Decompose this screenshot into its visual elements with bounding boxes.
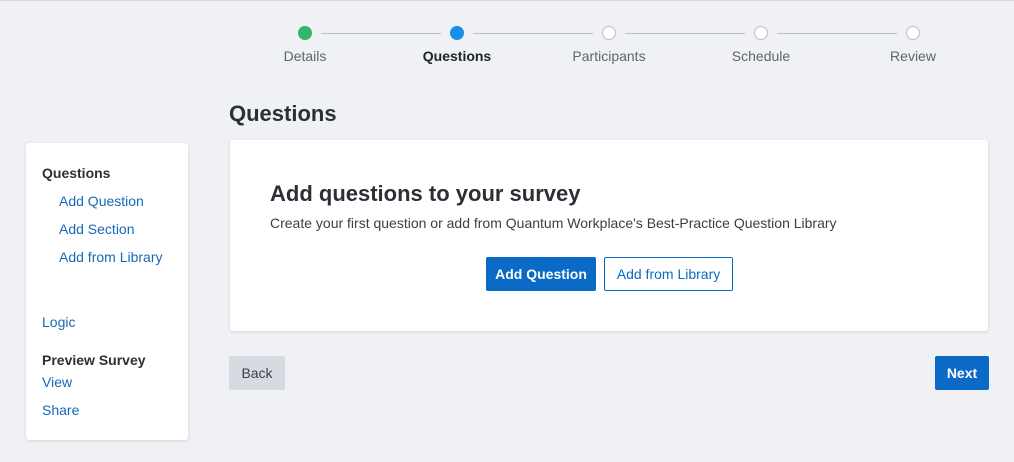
sidebar-link-add-section[interactable]: Add Section (59, 221, 135, 237)
sidebar-link-logic[interactable]: Logic (42, 314, 75, 330)
sidebar-link-add-from-library[interactable]: Add from Library (59, 249, 162, 265)
progress-stepper: Details Questions Participants Schedule … (0, 0, 1014, 80)
empty-state-description: Create your first question or add from Q… (270, 215, 837, 231)
sidebar-link-share[interactable]: Share (42, 402, 79, 418)
step-questions[interactable]: Questions (397, 26, 517, 64)
step-label: Schedule (731, 48, 791, 64)
step-current-icon (450, 26, 464, 40)
step-label: Questions (422, 48, 492, 64)
sidebar-link-view[interactable]: View (42, 374, 72, 390)
step-schedule[interactable]: Schedule (701, 26, 821, 64)
sidebar-heading-preview: Preview Survey (42, 352, 146, 368)
page-title: Questions (229, 101, 337, 126)
add-from-library-button[interactable]: Add from Library (604, 257, 733, 291)
step-details[interactable]: Details (245, 26, 365, 64)
step-pending-icon (754, 26, 768, 40)
add-question-button[interactable]: Add Question (486, 257, 596, 291)
empty-state-card: Add questions to your survey Create your… (230, 140, 988, 331)
step-label: Review (890, 48, 936, 64)
empty-state-title: Add questions to your survey (270, 181, 581, 206)
sidebar-heading-questions: Questions (42, 165, 111, 181)
step-label: Details (283, 48, 327, 64)
sidebar-link-add-question[interactable]: Add Question (59, 193, 144, 209)
next-button[interactable]: Next (935, 356, 989, 390)
step-pending-icon (602, 26, 616, 40)
step-label: Participants (572, 48, 646, 64)
step-complete-icon (298, 26, 312, 40)
step-review[interactable]: Review (853, 26, 973, 64)
sidebar: Questions Add Question Add Section Add f… (26, 143, 188, 440)
step-participants[interactable]: Participants (549, 26, 669, 64)
step-pending-icon (906, 26, 920, 40)
back-button[interactable]: Back (229, 356, 285, 390)
